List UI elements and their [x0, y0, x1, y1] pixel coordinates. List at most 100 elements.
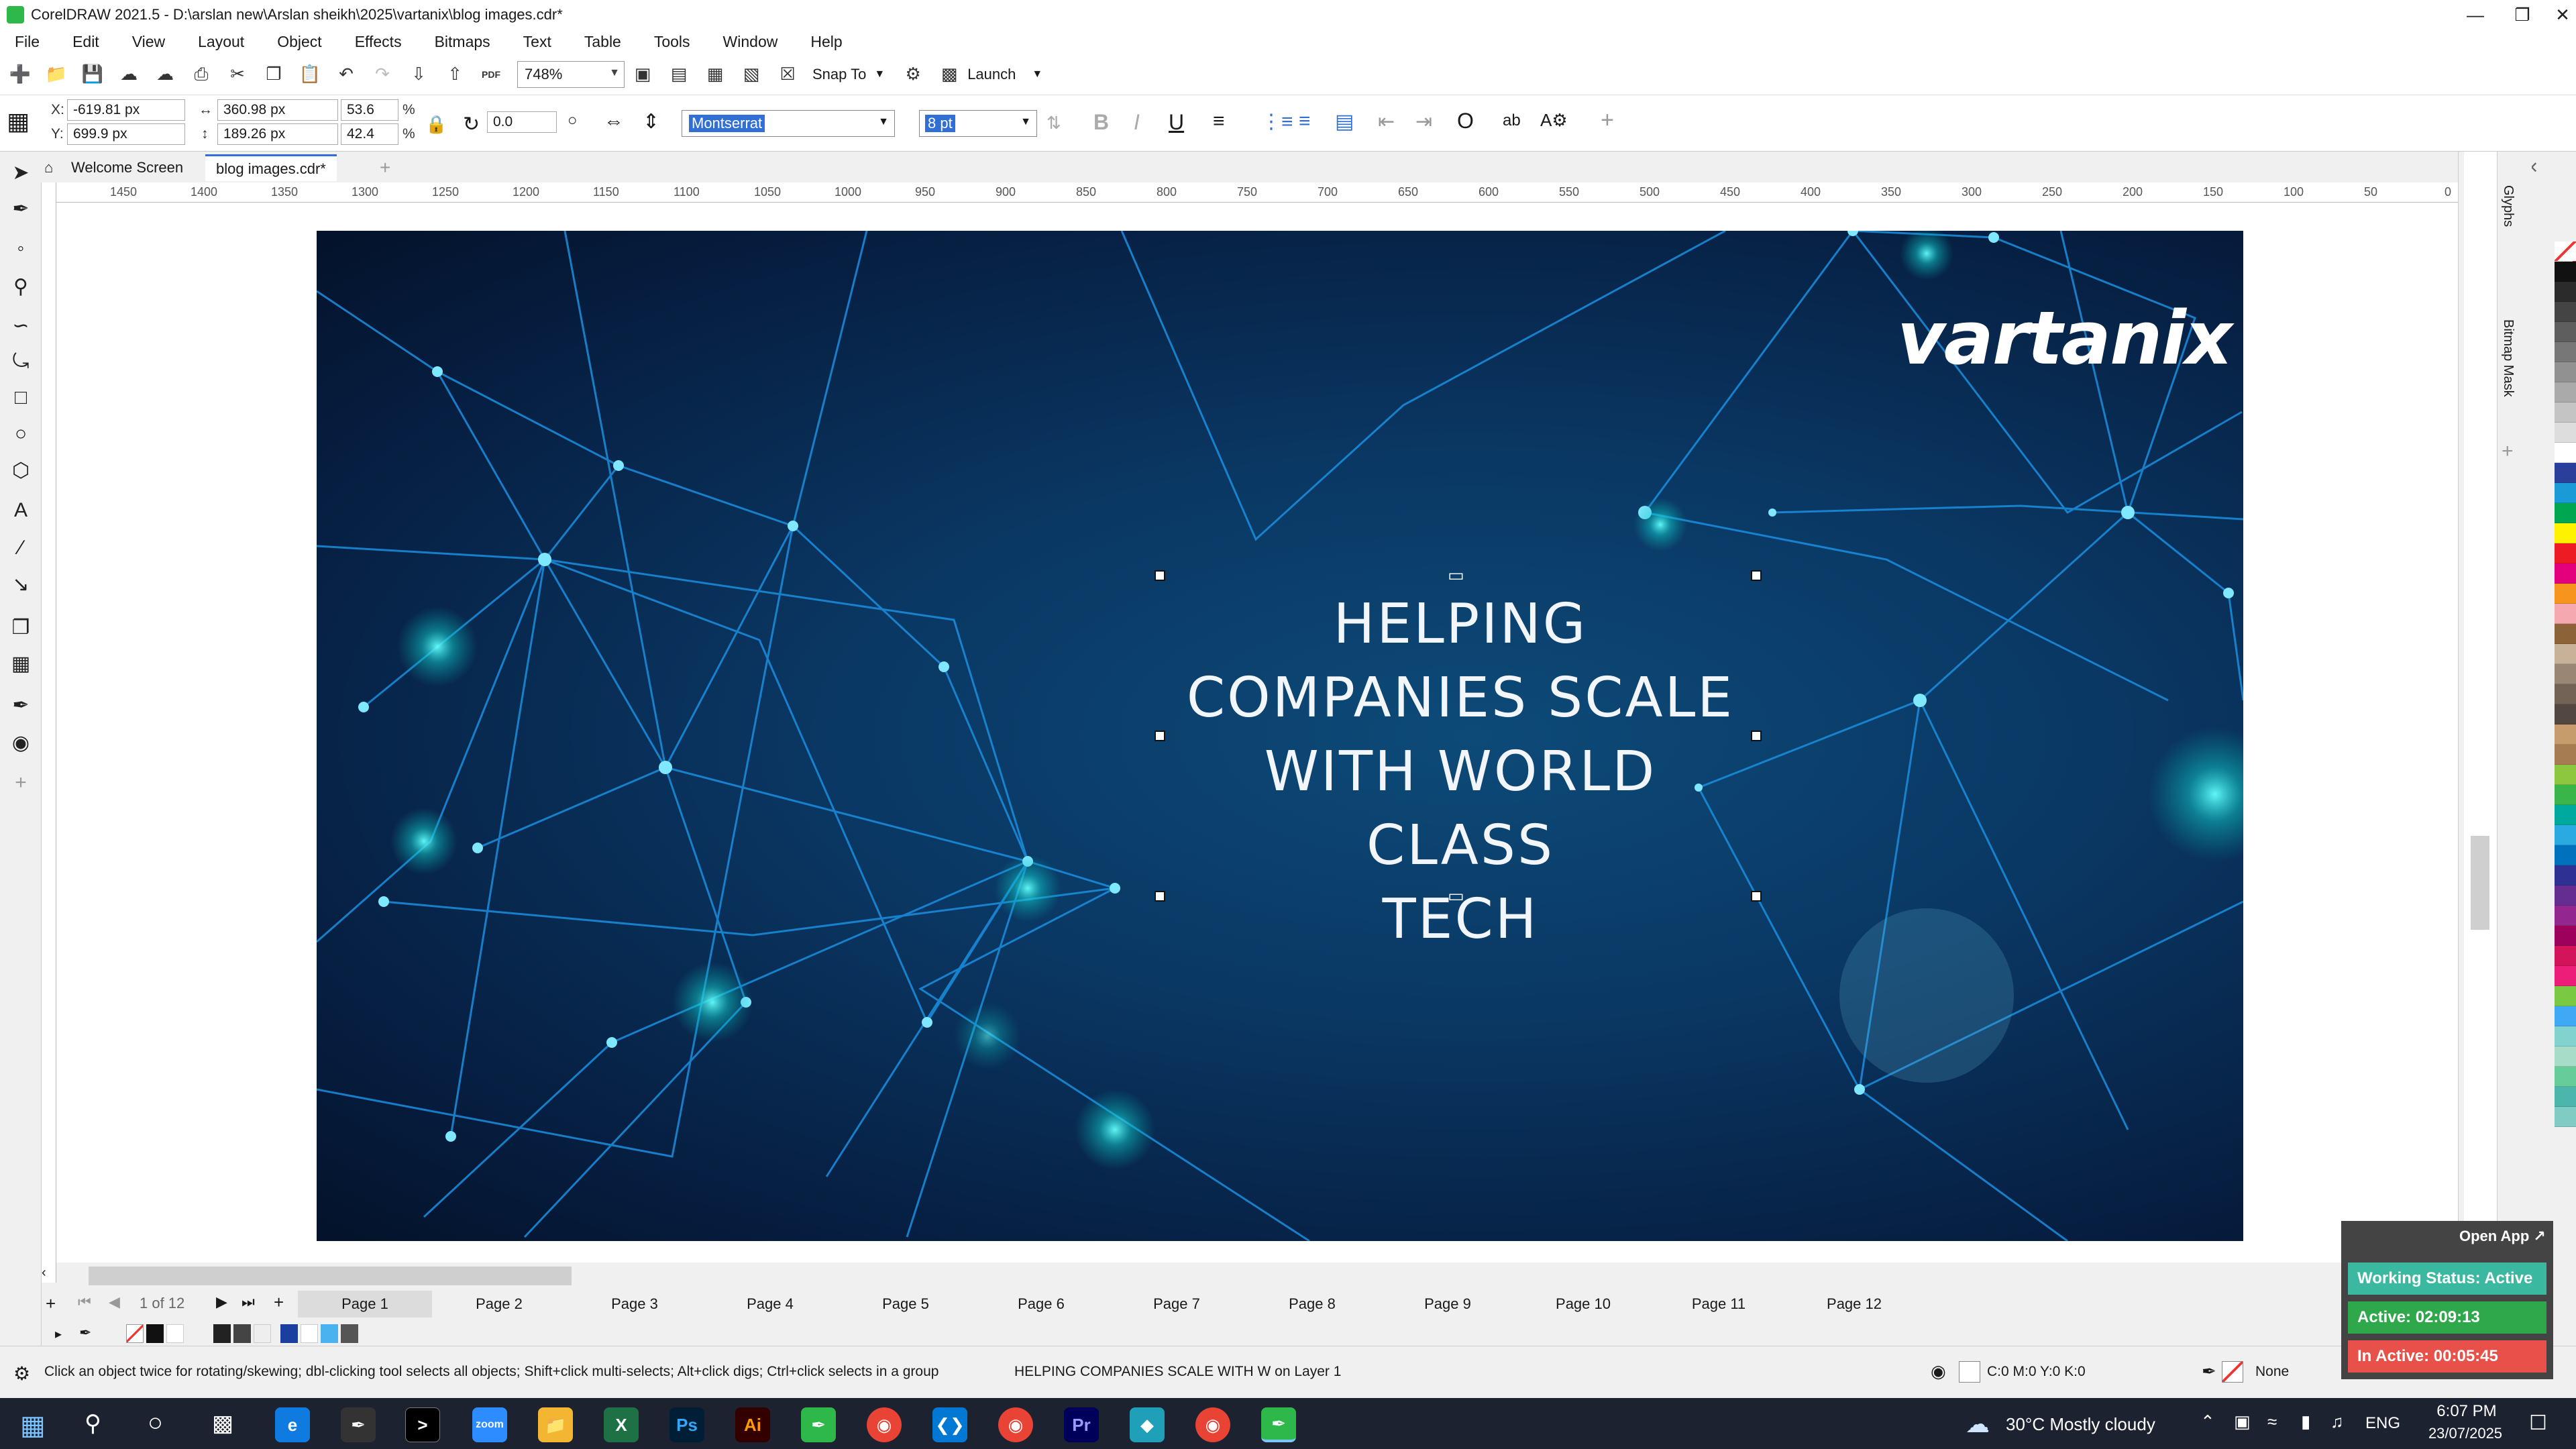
add-page-before-icon[interactable]: +	[46, 1293, 56, 1314]
new-document-icon[interactable]: ➕	[7, 61, 34, 88]
edit-text-icon[interactable]: ab	[1503, 111, 1521, 130]
color-swatch[interactable]	[321, 1324, 338, 1343]
parallel-dimension-icon[interactable]: ∕	[7, 534, 35, 562]
previous-page-icon[interactable]: ◀	[109, 1293, 120, 1311]
connector-tool-icon[interactable]: ↘	[7, 570, 35, 598]
scroll-left-icon[interactable]: ‹	[42, 1265, 58, 1281]
drop-cap-icon[interactable]: ▤	[1335, 110, 1354, 133]
options-gear-icon[interactable]: ⚙	[900, 61, 926, 88]
add-tab-button[interactable]: +	[369, 154, 401, 181]
add-tool-icon[interactable]: +	[7, 769, 35, 797]
palette-menu-icon[interactable]: ▸	[55, 1326, 62, 1342]
color-swatch[interactable]	[233, 1324, 251, 1343]
opentype-icon[interactable]: Ο	[1457, 109, 1474, 133]
tab-welcome-screen[interactable]: Welcome Screen	[60, 154, 194, 181]
menu-effects[interactable]: Effects	[340, 33, 420, 51]
width-input[interactable]: 360.98 px	[217, 99, 338, 121]
volume-icon[interactable]: ♫	[2330, 1411, 2344, 1432]
font-size-dropdown[interactable]: 8 pt ▼	[919, 110, 1037, 137]
page-tab-11[interactable]: Page 11	[1652, 1291, 1786, 1318]
chrome-icon-2[interactable]: ◉	[1195, 1407, 1230, 1442]
terminal-icon[interactable]: >	[405, 1407, 440, 1442]
indent-decrease-icon[interactable]: ⇤	[1378, 110, 1395, 133]
mirror-vertical-icon[interactable]: ⇕	[643, 110, 659, 133]
artistic-media-icon[interactable]: ⤿	[7, 347, 35, 376]
color-swatch[interactable]	[146, 1324, 164, 1343]
color-swatch[interactable]	[301, 1324, 318, 1343]
chrome-icon[interactable]: ◉	[867, 1407, 902, 1442]
zoom-tool-icon[interactable]: ⚲	[7, 272, 35, 301]
menu-edit[interactable]: Edit	[58, 33, 117, 51]
underline-icon[interactable]: U	[1169, 110, 1184, 135]
chevron-up-icon[interactable]: ⌃	[2200, 1411, 2215, 1432]
camera-icon[interactable]: ▣	[2234, 1411, 2251, 1432]
page-tab-6[interactable]: Page 6	[974, 1291, 1108, 1318]
edge-icon[interactable]: e	[275, 1407, 310, 1442]
task-view-icon[interactable]: ▩	[212, 1410, 233, 1437]
pick-tool-icon[interactable]: ➤	[7, 158, 35, 186]
color-swatch[interactable]	[341, 1324, 358, 1343]
clock-date[interactable]: 23/07/2025	[2415, 1425, 2516, 1442]
export-pdf-icon[interactable]: PDF	[478, 61, 504, 88]
cloud-upload-icon[interactable]: ☁	[115, 61, 142, 88]
page-tab-10[interactable]: Page 10	[1516, 1291, 1650, 1318]
next-page-icon[interactable]: ▶	[216, 1293, 227, 1311]
outline-color-swatch[interactable]	[2222, 1361, 2243, 1383]
rotation-angle-input[interactable]: 0.0	[487, 111, 557, 133]
selection-handle[interactable]	[1155, 891, 1165, 902]
page-tab-8[interactable]: Page 8	[1245, 1291, 1379, 1318]
menu-bitmaps[interactable]: Bitmaps	[420, 33, 508, 51]
wifi-icon[interactable]: ≈	[2267, 1411, 2277, 1432]
line-spacing-handle-icon[interactable]: ▭	[1448, 565, 1464, 586]
font-size-scale-icon[interactable]: ⇅	[1046, 113, 1061, 133]
crop-tool-icon[interactable]: ◦	[7, 235, 35, 263]
open-folder-icon[interactable]: 📁	[43, 61, 70, 88]
polygon-tool-icon[interactable]: ⬡	[7, 456, 35, 484]
ellipse-tool-icon[interactable]: ○	[7, 420, 35, 448]
last-page-icon[interactable]: ⏭	[241, 1293, 255, 1311]
notifications-icon[interactable]: ☐	[2529, 1411, 2547, 1435]
page-tab-5[interactable]: Page 5	[839, 1291, 973, 1318]
menu-file[interactable]: File	[0, 33, 58, 51]
battery-icon[interactable]: ▮	[2301, 1411, 2310, 1432]
tab-blog-images[interactable]: blog images.cdr*	[205, 154, 337, 181]
page-tab-1[interactable]: Page 1	[298, 1291, 432, 1318]
color-palette[interactable]	[2555, 241, 2576, 1328]
clock-time[interactable]: 6:07 PM	[2423, 1402, 2510, 1421]
cut-icon[interactable]: ✂	[224, 61, 251, 88]
menu-view[interactable]: View	[117, 33, 183, 51]
color-swatch[interactable]	[254, 1324, 271, 1343]
add-page-after-icon[interactable]: +	[274, 1292, 284, 1313]
eyedropper-icon[interactable]: ✒	[7, 691, 35, 719]
y-position-input[interactable]: 699.9 px	[67, 123, 185, 145]
align-center-icon[interactable]: ≡	[1213, 110, 1225, 133]
zoom-app-icon[interactable]: zoom	[472, 1407, 507, 1442]
freehand-tool-icon[interactable]: ∽	[7, 311, 35, 339]
illustrator-icon[interactable]: Ai	[735, 1407, 770, 1442]
scale-y-input[interactable]: 42.4	[341, 123, 398, 145]
no-color-swatch[interactable]	[126, 1324, 144, 1343]
add-toolbar-icon[interactable]: +	[1601, 107, 1614, 133]
font-list-dropdown[interactable]: Montserrat ▼	[682, 110, 895, 137]
cloud-download-icon[interactable]: ☁	[152, 61, 178, 88]
transparency-icon[interactable]: ▦	[7, 649, 35, 678]
eyedropper-icon[interactable]: ✒	[79, 1324, 91, 1342]
menu-tools[interactable]: Tools	[639, 33, 708, 51]
x-position-input[interactable]: -619.81 px	[67, 99, 185, 121]
home-icon[interactable]: ⌂	[34, 154, 64, 181]
outline-pen-icon[interactable]: ✒	[2202, 1361, 2216, 1382]
scrollbar-thumb[interactable]	[2471, 836, 2489, 930]
export-icon[interactable]: ⇧	[441, 61, 468, 88]
fill-bucket-icon[interactable]: ◉	[1931, 1361, 1946, 1382]
page-tab-7[interactable]: Page 7	[1110, 1291, 1244, 1318]
page-tab-2[interactable]: Page 2	[432, 1291, 566, 1318]
rulers-icon[interactable]: ▤	[665, 61, 692, 88]
shape-tool-icon[interactable]: ✒	[7, 195, 35, 223]
print-icon[interactable]: ⎙	[188, 61, 215, 88]
file-explorer-icon[interactable]: 📁	[538, 1407, 573, 1442]
drop-shadow-icon[interactable]: ❐	[7, 613, 35, 641]
snap-to-dropdown[interactable]: Snap To	[812, 66, 866, 83]
zoom-level-dropdown[interactable]: 748% ▼	[517, 60, 625, 88]
menu-help[interactable]: Help	[796, 33, 860, 51]
indent-increase-icon[interactable]: ⇥	[1415, 110, 1432, 133]
